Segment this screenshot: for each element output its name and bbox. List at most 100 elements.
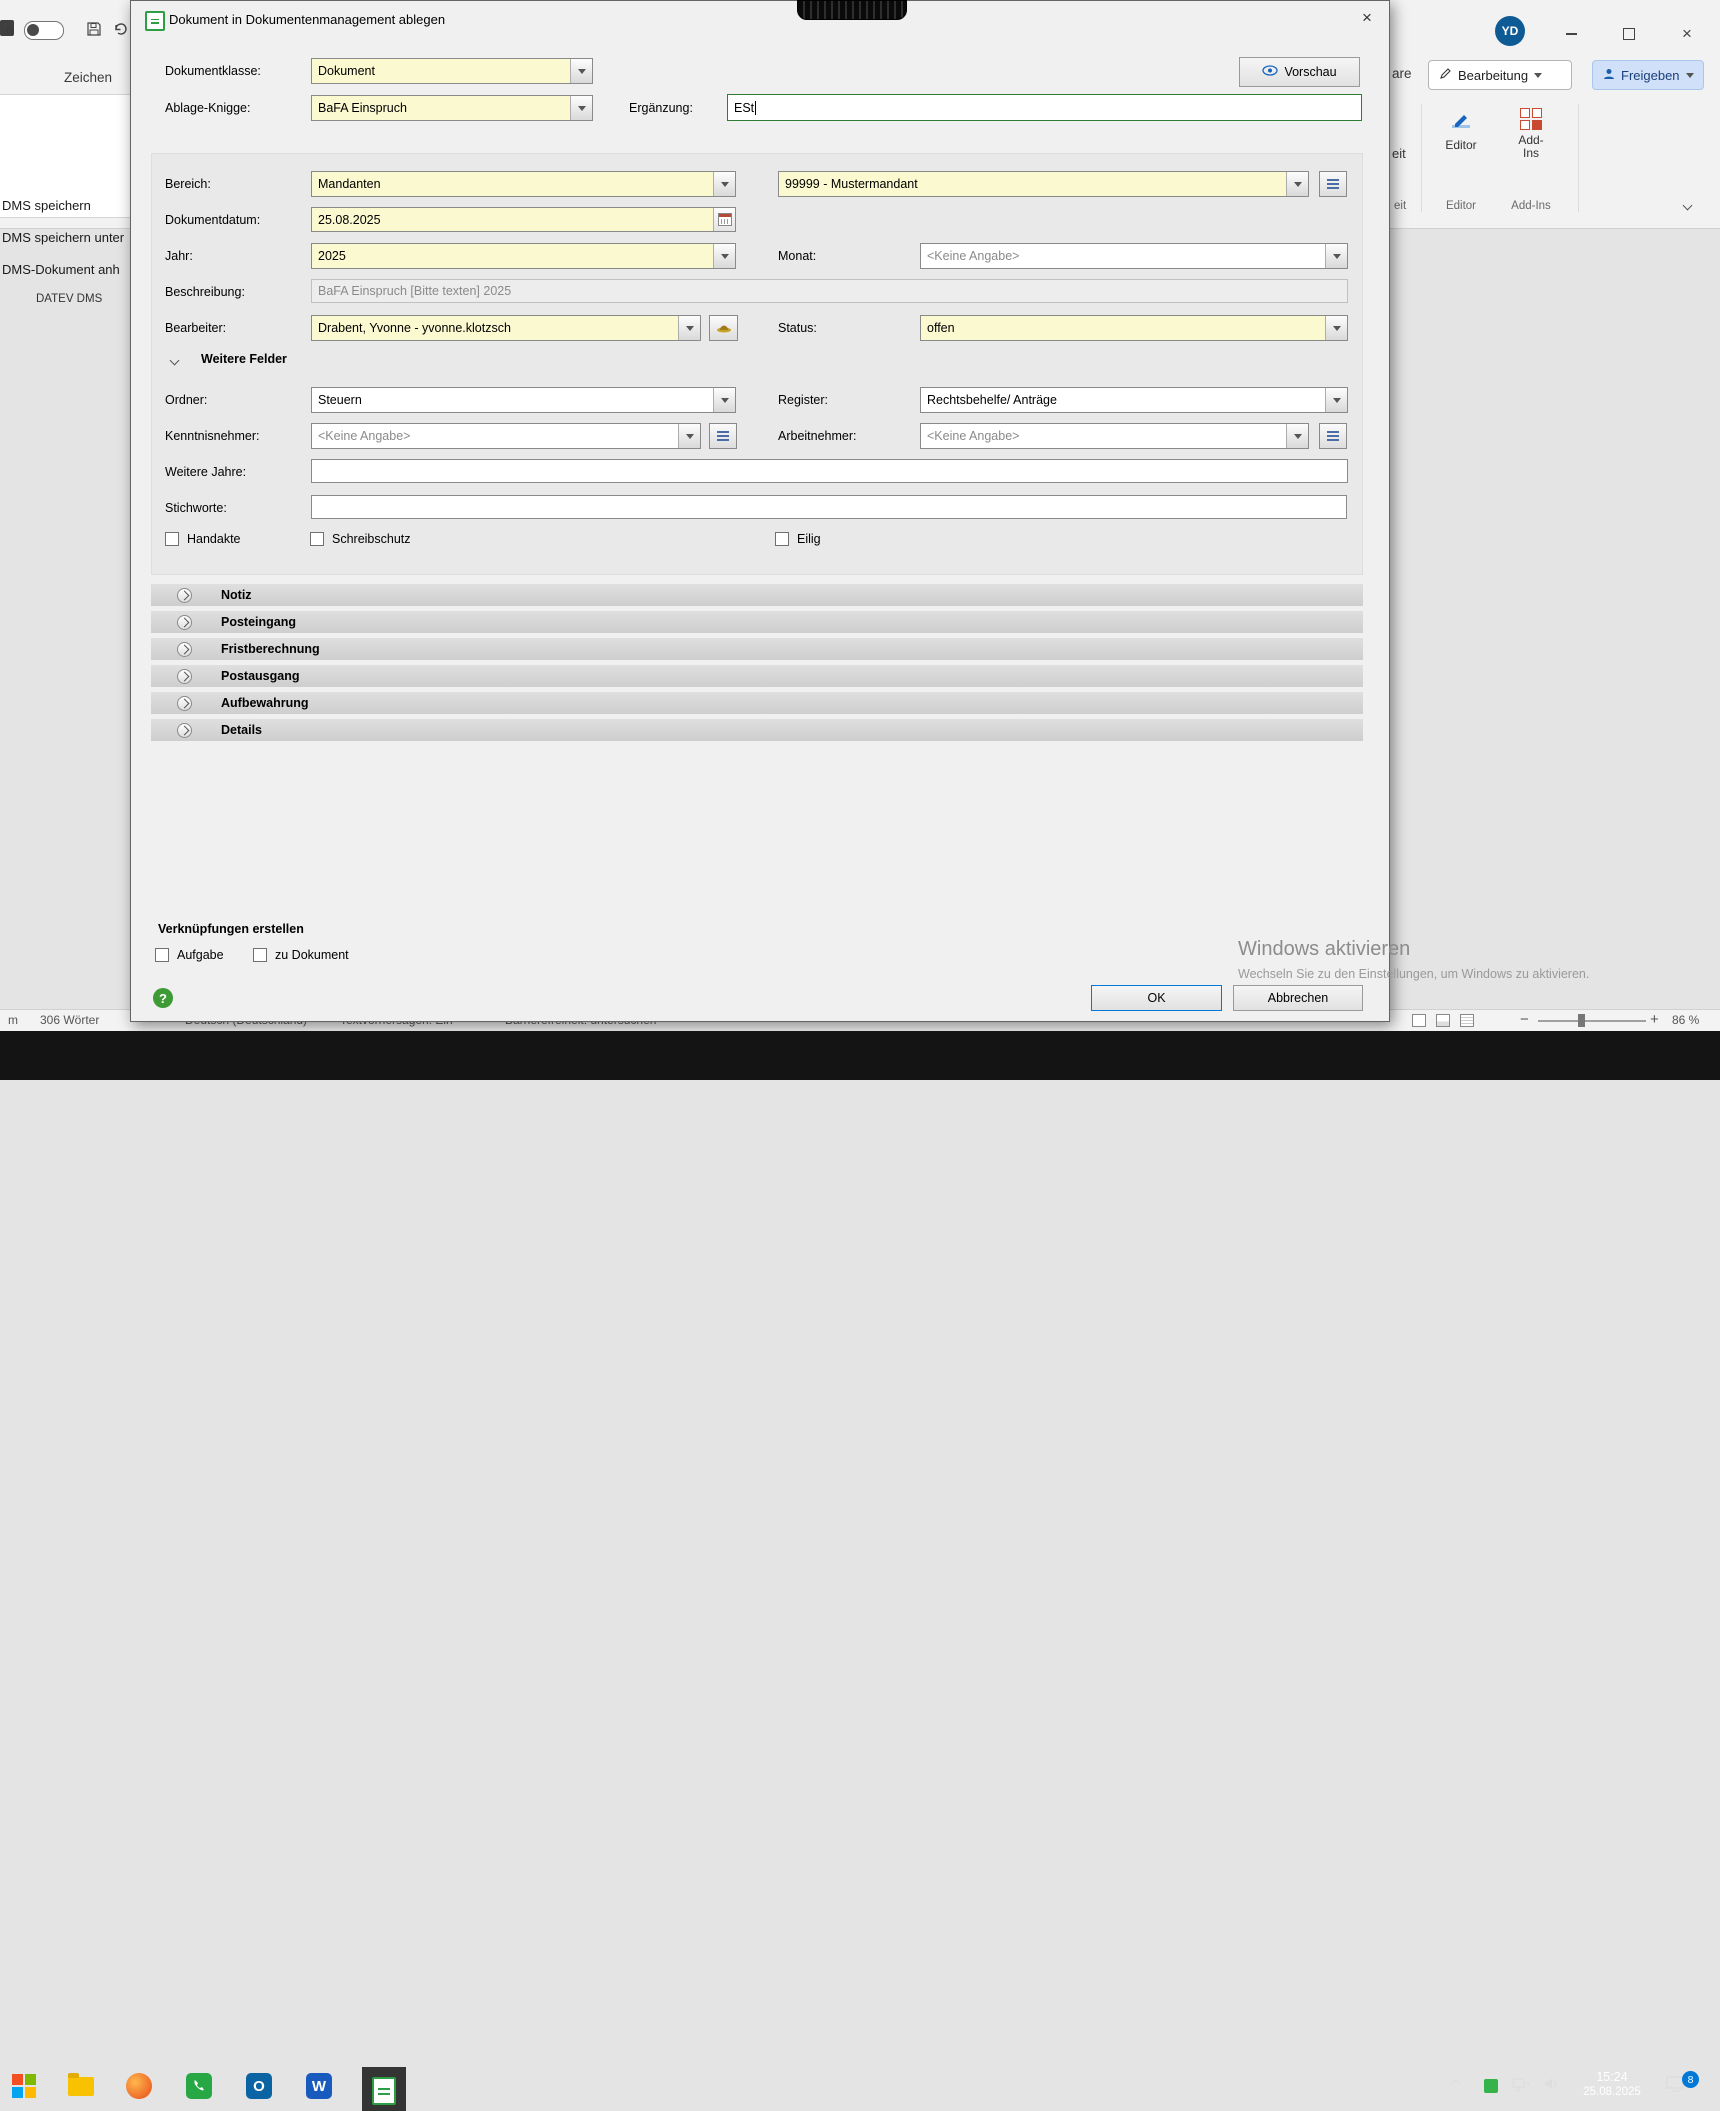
chevron-down-icon[interactable] <box>1325 388 1347 412</box>
bearbeiter-hat-button[interactable] <box>709 315 738 341</box>
kenntnisnehmer-select[interactable]: <Keine Angabe> <box>311 423 701 449</box>
stichworte-input[interactable] <box>311 495 1347 519</box>
mandant-lookup-button[interactable] <box>1319 171 1347 197</box>
weitere-felder-label[interactable]: Weitere Felder <box>201 352 287 366</box>
window-close-button[interactable]: × <box>1666 22 1708 46</box>
zoom-in-button[interactable]: + <box>1650 1011 1659 1028</box>
freigeben-button[interactable]: Freigeben <box>1592 60 1704 90</box>
zoom-slider-track[interactable] <box>1538 1020 1646 1022</box>
chevron-right-icon <box>177 723 192 738</box>
volume-tray-button[interactable] <box>1544 2077 1559 2093</box>
ablage-knigge-select[interactable]: BaFA Einspruch <box>311 95 593 121</box>
handakte-checkbox[interactable] <box>165 532 179 546</box>
browser-button[interactable] <box>126 2073 152 2099</box>
aufgabe-checkbox[interactable] <box>155 948 169 962</box>
zoom-slider-thumb[interactable] <box>1578 1014 1585 1027</box>
ordner-select[interactable]: Steuern <box>311 387 736 413</box>
chevron-down-icon <box>170 356 180 366</box>
bearbeitung-dropdown[interactable]: Bearbeitung <box>1428 60 1572 90</box>
zoom-out-button[interactable]: − <box>1520 1011 1529 1028</box>
weitere-felder-collapse[interactable] <box>171 353 178 367</box>
eilig-checkbox[interactable] <box>775 532 789 546</box>
print-layout-icon[interactable] <box>1436 1014 1450 1027</box>
chevron-down-icon[interactable] <box>713 388 735 412</box>
bearbeiter-select[interactable]: Drabent, Yvonne - yvonne.klotzsch <box>311 315 701 341</box>
tray-clock[interactable]: 15:24 25.08.2025 <box>1566 2070 1658 2100</box>
register-select[interactable]: Rechtsbehelfe/ Anträge <box>920 387 1348 413</box>
editor-button[interactable]: Editor <box>1430 108 1492 178</box>
chevron-down-icon <box>1686 73 1694 78</box>
verknuepfungen-title: Verknüpfungen erstellen <box>158 922 304 936</box>
dokumentdatum-field[interactable]: 25.08.2025 <box>311 207 736 232</box>
read-mode-icon[interactable] <box>1412 1014 1426 1027</box>
save-icon[interactable] <box>86 21 102 40</box>
schreibschutz-checkbox[interactable] <box>310 532 324 546</box>
section-notiz[interactable]: Notiz <box>151 584 1363 606</box>
outlook-button[interactable]: O <box>246 2073 272 2099</box>
chevron-down-icon[interactable] <box>1286 424 1308 448</box>
barrierefreiheit-button-cut[interactable]: eit <box>1392 146 1406 161</box>
chevron-down-icon[interactable] <box>570 96 592 120</box>
menu-item-dms-speichern-unter[interactable]: DMS speichern unter <box>2 230 124 245</box>
folder-icon <box>68 2077 94 2096</box>
dms-app-button[interactable] <box>362 2067 406 2111</box>
arbeitnehmer-lookup-button[interactable] <box>1319 423 1347 449</box>
dokumentklasse-select[interactable]: Dokument <box>311 58 593 84</box>
kommentare-button-cut[interactable]: are <box>1392 66 1412 81</box>
chevron-down-icon[interactable] <box>1325 244 1347 268</box>
weitere-jahre-input[interactable] <box>311 459 1348 483</box>
calendar-picker-button[interactable] <box>713 208 735 231</box>
ribbon-collapse-chevron[interactable] <box>1684 198 1691 212</box>
tray-expand-chevron[interactable] <box>1452 2081 1459 2088</box>
ergaenzung-input[interactable]: ESt <box>727 94 1362 121</box>
kenntnisnehmer-lookup-button[interactable] <box>709 423 737 449</box>
chevron-down-icon[interactable] <box>713 172 735 196</box>
section-posteingang[interactable]: Posteingang <box>151 611 1363 633</box>
ok-button[interactable]: OK <box>1091 985 1222 1011</box>
word-button[interactable]: W <box>306 2073 332 2099</box>
status-left-cut: m <box>8 1013 18 1027</box>
tray-app-icon[interactable] <box>1484 2079 1498 2093</box>
vorschau-button[interactable]: Vorschau <box>1239 57 1360 87</box>
section-aufbewahrung[interactable]: Aufbewahrung <box>151 692 1363 714</box>
chevron-down-icon[interactable] <box>678 424 700 448</box>
section-details[interactable]: Details <box>151 719 1363 741</box>
minimize-button[interactable] <box>1550 22 1592 46</box>
datev-menu-panel: DMS speichern DMS speichern unter DMS-Do… <box>0 94 132 218</box>
dms-ablage-dialog: Dokument in Dokumentenmanagement ablegen… <box>130 0 1390 1022</box>
ribbon-tab-zeichnen-cut[interactable]: Zeichen <box>64 70 112 85</box>
menu-item-dms-speichern[interactable]: DMS speichern <box>2 198 91 213</box>
schreibschutz-label: Schreibschutz <box>332 532 411 546</box>
chevron-down-icon[interactable] <box>678 316 700 340</box>
phone-app-button[interactable] <box>186 2073 212 2099</box>
network-tray-button[interactable] <box>1512 2077 1530 2096</box>
bereich-select[interactable]: Mandanten <box>311 171 736 197</box>
monat-select[interactable]: <Keine Angabe> <box>920 243 1348 269</box>
start-button[interactable] <box>12 2074 36 2098</box>
word-count[interactable]: 306 Wörter <box>40 1013 99 1027</box>
maximize-button[interactable] <box>1608 22 1650 46</box>
cancel-button[interactable]: Abbrechen <box>1233 985 1363 1011</box>
help-button[interactable]: ? <box>153 988 173 1008</box>
zu-dokument-checkbox[interactable] <box>253 948 267 962</box>
web-layout-icon[interactable] <box>1460 1014 1474 1027</box>
section-postausgang[interactable]: Postausgang <box>151 665 1363 687</box>
status-select[interactable]: offen <box>920 315 1348 341</box>
menu-item-dms-dokument-anh[interactable]: DMS-Dokument anh <box>2 262 120 277</box>
monat-value: <Keine Angabe> <box>921 244 1325 268</box>
file-explorer-button[interactable] <box>68 2077 94 2096</box>
dialog-close-button[interactable]: × <box>1351 5 1383 31</box>
autosave-toggle[interactable] <box>24 21 64 40</box>
jahr-select[interactable]: 2025 <box>311 243 736 269</box>
chevron-down-icon[interactable] <box>1286 172 1308 196</box>
zoom-percentage[interactable]: 86 % <box>1672 1013 1699 1027</box>
account-avatar[interactable]: YD <box>1495 16 1525 46</box>
addins-button[interactable]: Add-Ins <box>1502 108 1560 178</box>
mandant-select[interactable]: 99999 - Mustermandant <box>778 171 1309 197</box>
chevron-down-icon[interactable] <box>713 244 735 268</box>
undo-icon[interactable] <box>112 22 128 39</box>
arbeitnehmer-select[interactable]: <Keine Angabe> <box>920 423 1309 449</box>
chevron-down-icon[interactable] <box>570 59 592 83</box>
section-fristberechnung[interactable]: Fristberechnung <box>151 638 1363 660</box>
chevron-down-icon[interactable] <box>1325 316 1347 340</box>
